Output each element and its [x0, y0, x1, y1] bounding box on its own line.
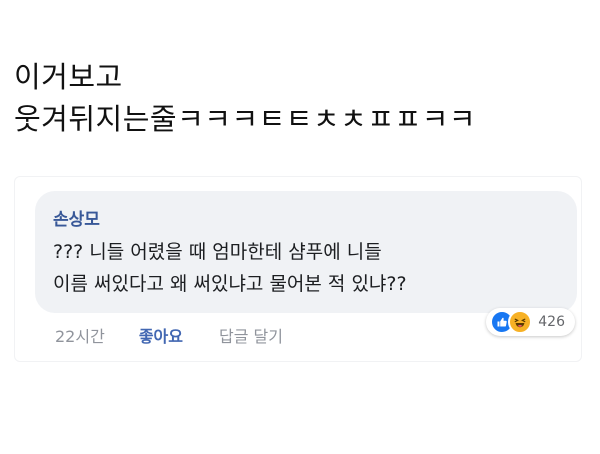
post-caption-line-1: 이거보고	[14, 60, 123, 94]
comment-author-name[interactable]: 손상모	[53, 205, 100, 230]
post-caption-line-2: 웃겨뒤지는줄ㅋㅋㅋㅌㅌㅊㅊㅍㅍㅋㅋ	[14, 102, 477, 136]
comment-bubble: 손상모 ??? 니들 어렸을 때 엄마한테 샴푸에 니들 이름 써있다고 왜 써…	[35, 191, 577, 313]
comment-text-line-2: 이름 써있다고 왜 써있냐고 물어본 적 있냐??	[53, 273, 407, 295]
reaction-summary[interactable]: 426	[486, 308, 575, 336]
post-caption: 이거보고 웃겨뒤지는줄ㅋㅋㅋㅌㅌㅊㅊㅍㅍㅋㅋ	[14, 56, 586, 140]
haha-reaction-icon	[508, 310, 533, 334]
comment-actions: 22시간 좋아요 답글 달기	[55, 323, 283, 347]
reply-button[interactable]: 답글 달기	[219, 323, 283, 347]
comment-text: ??? 니들 어렸을 때 엄마한테 샴푸에 니들 이름 써있다고 왜 써있냐고 …	[53, 236, 561, 300]
like-button[interactable]: 좋아요	[139, 323, 183, 347]
comment-card: 손상모 ??? 니들 어렸을 때 엄마한테 샴푸에 니들 이름 써있다고 왜 써…	[14, 176, 582, 362]
comment-text-line-1: ??? 니들 어렸을 때 엄마한테 샴푸에 니들	[53, 241, 382, 263]
reaction-count: 426	[538, 314, 565, 330]
comment-timestamp[interactable]: 22시간	[55, 323, 105, 347]
